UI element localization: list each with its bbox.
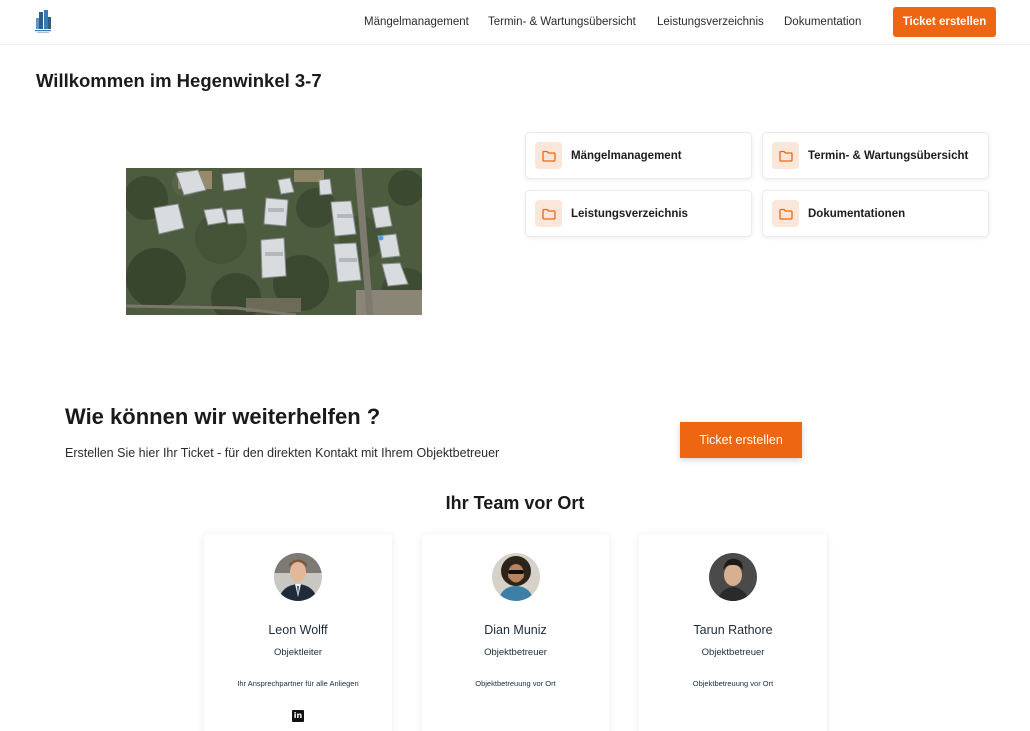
- page-title: Willkommen im Hegenwinkel 3-7: [36, 70, 322, 91]
- team-member-card: Leon Wolff Objektleiter Ihr Ansprechpart…: [204, 534, 392, 731]
- member-description: Objektbetreuung vor Ort: [475, 679, 556, 688]
- member-role: Objektleiter: [273, 647, 323, 658]
- quicklink-termin-wartung[interactable]: Termin- & Wartungsübersicht: [762, 132, 989, 179]
- team-heading: Ihr Team vor Ort: [445, 493, 585, 513]
- quicklink-leistungsverzeichnis[interactable]: Leistungsverzeichnis: [525, 190, 752, 237]
- quicklink-label: Termin- & Wartungsübersicht: [808, 149, 969, 162]
- quicklink-label: Leistungsverzeichnis: [571, 207, 688, 220]
- quicklink-label: Dokumentationen: [808, 207, 906, 220]
- quicklink-maengelmanagement[interactable]: Mängelmanagement: [525, 132, 752, 179]
- member-role: Objektbetreuer: [701, 647, 765, 658]
- avatar: [274, 553, 322, 601]
- company-logo[interactable]: [33, 9, 53, 35]
- header-create-ticket-button[interactable]: Ticket erstellen: [893, 7, 996, 37]
- quicklink-dokumentationen[interactable]: Dokumentationen: [762, 190, 989, 237]
- folder-icon: [535, 200, 562, 227]
- folder-icon: [535, 142, 562, 169]
- top-navigation-bar: Mängelmanagement Termin- & Wartungsübers…: [0, 0, 1030, 45]
- folder-icon: [772, 142, 799, 169]
- member-name: Tarun Rathore: [693, 623, 773, 637]
- nav-link-label: Leistungsverzeichnis: [657, 16, 764, 28]
- nav-link-leistungsverzeichnis[interactable]: Leistungsverzeichnis: [657, 0, 764, 44]
- avatar: [709, 553, 757, 601]
- team-member-card: Dian Muniz Objektbetreuer Objektbetreuun…: [422, 534, 609, 731]
- help-subtitle: Erstellen Sie hier Ihr Ticket - für den …: [65, 446, 500, 460]
- nav-link-maengelmanagement[interactable]: Mängelmanagement: [364, 0, 469, 44]
- quicklink-label: Mängelmanagement: [571, 149, 682, 162]
- member-description: Objektbetreuung vor Ort: [692, 679, 774, 688]
- member-name: Dian Muniz: [484, 623, 547, 637]
- create-ticket-button[interactable]: Ticket erstellen: [680, 422, 802, 458]
- folder-icon: [772, 200, 799, 227]
- help-heading: Wie können wir weiterhelfen ?: [65, 404, 381, 429]
- nav-link-dokumentation[interactable]: Dokumentation: [784, 0, 861, 44]
- member-description: Ihr Ansprechpartner für alle Anliegen: [237, 679, 359, 688]
- aerial-property-image: [126, 168, 422, 315]
- nav-link-termin-wartung[interactable]: Termin- & Wartungsübersicht: [488, 0, 636, 44]
- nav-link-label: Mängelmanagement: [364, 16, 469, 28]
- member-role: Objektbetreuer: [484, 647, 547, 658]
- team-member-card: Tarun Rathore Objektbetreuer Objektbetre…: [639, 534, 827, 731]
- avatar: [492, 553, 540, 601]
- member-name: Leon Wolff: [268, 623, 328, 637]
- nav-link-label: Termin- & Wartungsübersicht: [488, 16, 636, 28]
- nav-link-label: Dokumentation: [784, 16, 862, 28]
- linkedin-icon[interactable]: in: [292, 710, 304, 722]
